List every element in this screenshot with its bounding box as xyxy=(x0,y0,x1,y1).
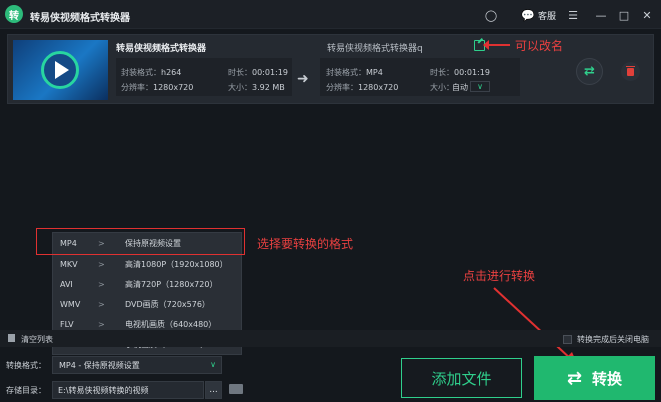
service-link[interactable]: 客服 xyxy=(538,9,556,22)
ghost-icon[interactable]: ◯ xyxy=(484,8,498,22)
annotation-click-convert: 点击进行转换 xyxy=(463,269,536,283)
menu-item[interactable]: WMV > DVD画质（720x576） xyxy=(53,294,243,314)
shutdown-label: 转换完成后关闭电脑 xyxy=(577,335,649,344)
menu-item[interactable]: AVI > 高清720P（1280x720） xyxy=(53,274,243,294)
target-size-value: 自动 xyxy=(452,83,468,92)
close-icon[interactable]: ✕ xyxy=(640,8,654,22)
clear-list-button[interactable]: 清空列表 xyxy=(21,334,53,345)
minimize-icon[interactable]: — xyxy=(594,8,608,22)
dir-label: 存储目录： xyxy=(6,386,46,395)
delete-button[interactable] xyxy=(621,62,640,81)
folder-icon[interactable] xyxy=(229,384,243,394)
file-name: 转易侠视频格式转换器 xyxy=(116,44,207,54)
source-format: 封装格式：h264 xyxy=(121,68,182,77)
target-resolution: 分辨率：1280x720 xyxy=(326,83,399,92)
add-file-button[interactable]: 添加文件 xyxy=(401,358,522,398)
chevron-down-icon[interactable]: ∨ xyxy=(470,81,490,92)
dir-input[interactable]: E:\转易侠视频转换的视频 xyxy=(52,381,204,399)
convert-icon: ⇄ xyxy=(566,367,583,389)
convert-single-button[interactable]: ⇄ xyxy=(576,58,603,85)
menu-item[interactable]: MKV > 高清1080P（1920x1080） xyxy=(53,254,243,274)
chevron-down-icon: ∨ xyxy=(210,360,216,369)
maximize-icon[interactable]: □ xyxy=(617,8,631,22)
target-size-label: 大小： xyxy=(430,83,454,92)
selection-highlight xyxy=(36,228,245,255)
shutdown-checkbox[interactable] xyxy=(563,335,572,344)
output-name[interactable]: 转易侠视频格式转换器q xyxy=(327,41,423,54)
status-row xyxy=(0,330,661,347)
annotation-arrow xyxy=(483,40,510,50)
annotation-choose-format: 选择要转换的格式 xyxy=(257,237,354,251)
arrow-right-icon: ➜ xyxy=(297,71,309,87)
chat-icon[interactable]: 💬 xyxy=(521,8,535,22)
video-thumbnail xyxy=(13,40,108,100)
source-size: 大小：3.92 MB xyxy=(228,83,285,92)
source-resolution: 分辨率：1280x720 xyxy=(121,83,194,92)
convert-button[interactable]: ⇄ 转换 xyxy=(534,356,655,400)
trash-icon[interactable] xyxy=(8,334,15,342)
app-logo-icon: 转 xyxy=(5,5,23,23)
menu-icon[interactable]: ☰ xyxy=(566,8,580,22)
target-format: 封装格式：MP4 xyxy=(326,68,383,77)
trash-icon xyxy=(626,65,635,76)
format-label: 转换格式： xyxy=(6,361,46,370)
source-duration: 时长：00:01:19 xyxy=(228,68,288,77)
annotation-rename: 可以改名 xyxy=(515,39,564,53)
target-duration: 时长：00:01:19 xyxy=(430,68,490,77)
browse-button[interactable]: ... xyxy=(205,381,222,399)
app-title: 转易侠视频格式转换器 xyxy=(30,13,130,24)
format-select[interactable]: MP4 - 保持原视频设置 ∨ xyxy=(52,356,222,374)
